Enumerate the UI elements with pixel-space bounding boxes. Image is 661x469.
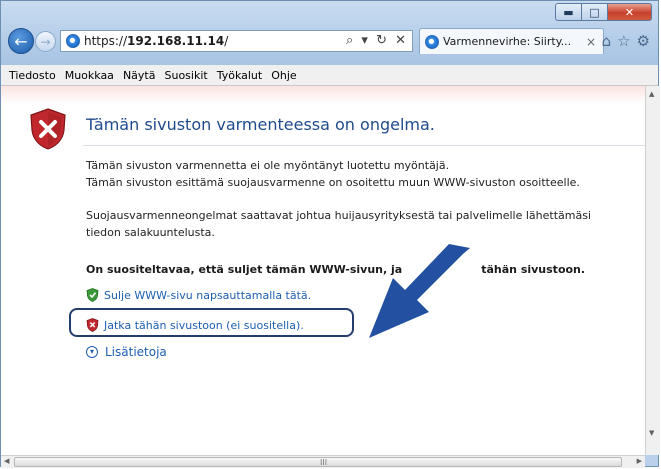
vertical-scrollbar[interactable]: ▲ ▼ <box>645 86 660 455</box>
tab-close-icon[interactable]: × <box>586 35 596 49</box>
more-info-toggle[interactable]: ▾ Lisätietoja <box>86 345 167 359</box>
menu-item-edit[interactable]: Muokkaa <box>65 69 114 82</box>
more-info-text: Lisätietoja <box>105 345 167 359</box>
horizontal-scroll-thumb[interactable]: III <box>14 457 622 467</box>
address-bar[interactable]: https://192.168.11.14/ ⌕ ▾ ↻ ✕ <box>60 30 413 52</box>
scroll-grip: III <box>320 458 328 467</box>
annotation-arrow-icon <box>369 244 470 338</box>
forward-arrow-icon: → <box>40 34 51 49</box>
horizontal-scrollbar[interactable]: ◀ III ▶ <box>1 455 645 468</box>
recommendation-text: On suositeltavaa, että suljet tämän WWW-… <box>86 261 585 278</box>
menu-bar: Tiedosto Muokkaa Näytä Suosikit Työkalut… <box>1 65 658 86</box>
close-window-button[interactable]: ✕ <box>608 3 652 21</box>
security-error-shield-icon <box>30 108 66 150</box>
title-bar: ▬ □ ✕ ← → https://192.168.11.14/ ⌕ ▾ ↻ ✕… <box>1 1 658 65</box>
url-path: / <box>224 34 229 48</box>
url-scheme: https:// <box>84 34 128 48</box>
menu-item-tools[interactable]: Työkalut <box>217 69 263 82</box>
explanation-line-2: Tämän sivuston esittämä suojausvarmenne … <box>86 176 580 189</box>
tab-title: Varmennevirhe: Siirty... <box>443 35 572 48</box>
scroll-right-arrow-icon[interactable]: ▶ <box>637 457 642 465</box>
risk-explanation: Suojausvarmenneongelmat saattavat johtua… <box>86 209 591 239</box>
home-icon[interactable]: ⌂ <box>602 32 612 50</box>
green-shield-check-icon <box>86 288 99 302</box>
settings-gear-icon[interactable]: ⚙ <box>637 32 650 50</box>
expand-chevron-icon: ▾ <box>86 346 98 358</box>
toolbar-icons: ⌂ ☆ ⚙ <box>602 32 650 50</box>
tab-certificate-error[interactable]: Varmennevirhe: Siirty... × <box>419 28 604 54</box>
caption-buttons: ▬ □ ✕ <box>555 3 652 21</box>
back-button[interactable]: ← <box>8 28 34 54</box>
menu-item-favorites[interactable]: Suosikit <box>164 69 207 82</box>
explanation-line-1: Tämän sivuston varmennetta ei ole myöntä… <box>86 159 450 172</box>
browser-window: ▬ □ ✕ ← → https://192.168.11.14/ ⌕ ▾ ↻ ✕… <box>0 0 660 468</box>
navigation-bar: ← → https://192.168.11.14/ ⌕ ▾ ↻ ✕ Varme… <box>8 28 654 56</box>
tab-ie-icon <box>425 34 439 49</box>
maximize-button[interactable]: □ <box>582 3 608 21</box>
page-content: Tämän sivuston varmenteessa on ongelma. … <box>1 86 645 455</box>
scroll-down-arrow-icon[interactable]: ▼ <box>649 429 654 437</box>
scroll-up-arrow-icon[interactable]: ▲ <box>649 90 654 98</box>
menu-item-help[interactable]: Ohje <box>271 69 296 82</box>
continue-to-site-link[interactable]: Jatka tähän sivustoon (ei suositella). <box>86 318 304 332</box>
close-page-link[interactable]: Sulje WWW-sivu napsauttamalla tätä. <box>86 288 311 302</box>
close-page-link-text: Sulje WWW-sivu napsauttamalla tätä. <box>104 288 312 302</box>
menu-item-view[interactable]: Näytä <box>123 69 156 82</box>
page-title: Tämän sivuston varmenteessa on ongelma. <box>86 115 435 134</box>
address-tools[interactable]: ⌕ ▾ ↻ ✕ <box>346 33 408 48</box>
minimize-button[interactable]: ▬ <box>555 3 582 21</box>
certificate-explanation: Tämän sivuston varmennetta ei ole myöntä… <box>86 157 580 191</box>
scroll-left-arrow-icon[interactable]: ◀ <box>4 457 9 465</box>
recommendation-start: On suositeltavaa, että suljet tämän WWW-… <box>86 263 403 276</box>
ie-page-icon <box>66 34 80 48</box>
back-arrow-icon: ← <box>14 31 28 51</box>
continue-link-text: Jatka tähän sivustoon (ei suositella). <box>104 318 304 332</box>
menu-item-file[interactable]: Tiedosto <box>9 69 56 82</box>
red-shield-x-icon <box>86 318 99 332</box>
recommendation-end: tähän sivustoon. <box>481 263 586 276</box>
divider <box>83 145 645 146</box>
url-host: 192.168.11.14 <box>127 34 225 48</box>
forward-button[interactable]: → <box>35 31 56 52</box>
favorites-star-icon[interactable]: ☆ <box>617 32 630 50</box>
